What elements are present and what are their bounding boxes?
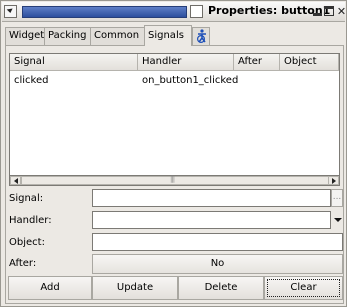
row-signal: clicked bbox=[14, 75, 49, 86]
column-header-after[interactable]: After bbox=[234, 54, 280, 71]
title-bar[interactable]: Properties: button1 ✕ bbox=[2, 2, 347, 22]
after-label: After: bbox=[9, 258, 37, 269]
add-button[interactable]: Add bbox=[8, 276, 92, 300]
handler-dropdown-icon[interactable] bbox=[331, 211, 343, 229]
update-button[interactable]: Update bbox=[92, 276, 178, 300]
signals-panel: Signal Handler After Object clicked on_b… bbox=[5, 45, 344, 304]
handler-label: Handler: bbox=[9, 215, 52, 226]
properties-window: Properties: button1 ✕ Widget Packing Com… bbox=[0, 0, 347, 307]
object-label: Object: bbox=[9, 237, 45, 248]
column-header-object[interactable]: Object bbox=[280, 54, 339, 71]
list-header: Signal Handler After Object bbox=[10, 54, 339, 71]
title-bar-progress bbox=[22, 6, 187, 18]
maximize-icon[interactable] bbox=[324, 6, 334, 16]
minimize-icon[interactable] bbox=[312, 6, 323, 17]
tab-widget[interactable]: Widget bbox=[5, 27, 45, 45]
sticky-checkbox[interactable] bbox=[190, 5, 203, 18]
tab-common[interactable]: Common bbox=[90, 27, 145, 45]
handler-field[interactable] bbox=[92, 211, 331, 229]
close-icon[interactable]: ✕ bbox=[336, 6, 347, 17]
tab-accessibility[interactable] bbox=[192, 27, 210, 45]
accessibility-icon bbox=[196, 29, 206, 44]
delete-button[interactable]: Delete bbox=[178, 276, 264, 300]
row-handler: on_button1_clicked bbox=[142, 75, 239, 86]
after-toggle-button[interactable]: No bbox=[92, 254, 343, 274]
column-header-handler[interactable]: Handler bbox=[138, 54, 234, 71]
scroll-left-icon[interactable] bbox=[10, 176, 21, 185]
tab-signals[interactable]: Signals bbox=[144, 25, 192, 46]
column-header-signal[interactable]: Signal bbox=[10, 54, 138, 71]
signal-browse-button[interactable]: ... bbox=[331, 189, 343, 207]
window-menu-icon[interactable] bbox=[4, 5, 17, 18]
scroll-right-icon[interactable] bbox=[328, 176, 339, 185]
horizontal-scrollbar[interactable] bbox=[9, 175, 340, 186]
tab-packing[interactable]: Packing bbox=[44, 27, 91, 45]
clear-button[interactable]: Clear bbox=[264, 276, 343, 300]
signal-label: Signal: bbox=[9, 193, 44, 204]
object-field[interactable] bbox=[92, 233, 343, 251]
list-row[interactable]: clicked on_button1_clicked bbox=[10, 75, 339, 89]
scrollbar-thumb[interactable] bbox=[21, 175, 329, 185]
signal-list[interactable]: Signal Handler After Object clicked on_b… bbox=[9, 53, 340, 176]
signal-field[interactable] bbox=[92, 189, 331, 207]
